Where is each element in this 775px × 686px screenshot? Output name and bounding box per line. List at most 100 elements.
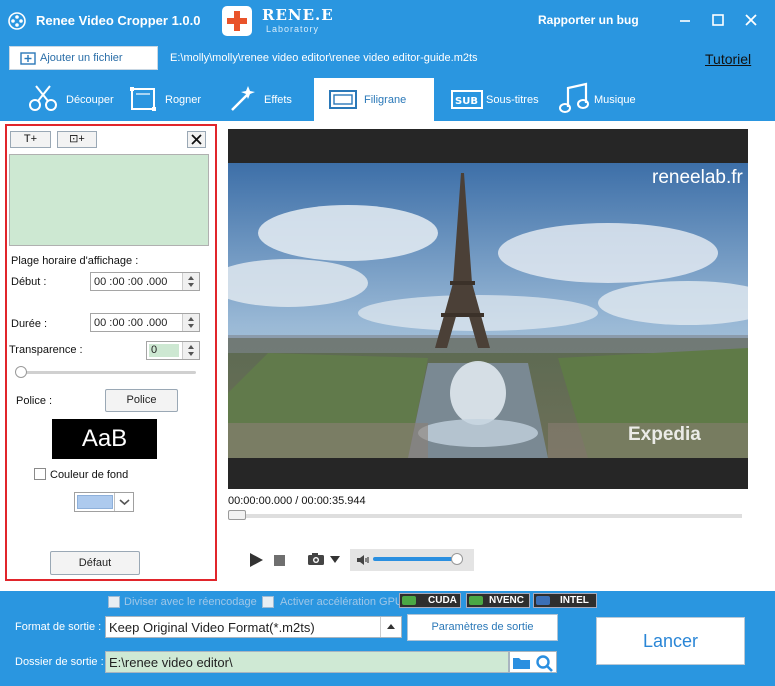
bg-color-checkbox[interactable]: [34, 468, 46, 480]
nvenc-label: NVENC: [489, 595, 525, 606]
add-file-label: Ajouter un fichier: [40, 52, 123, 64]
tab-decouper[interactable]: Découper: [26, 78, 122, 121]
volume-slider[interactable]: [373, 557, 463, 561]
intel-icon: [536, 596, 550, 605]
minimize-icon[interactable]: [675, 10, 695, 30]
volume-slider-handle[interactable]: [451, 553, 463, 565]
logo-subtitle: Laboratory: [266, 24, 320, 34]
transparency-field[interactable]: 0: [146, 341, 200, 360]
duration-value: 00 :00 :00 .000: [94, 317, 168, 329]
magic-wand-icon: [231, 86, 255, 111]
nvidia-icon: [469, 596, 483, 605]
intel-label: INTEL: [560, 595, 589, 606]
start-time-spinner[interactable]: [182, 273, 199, 290]
logo-name: RENE.E: [262, 6, 334, 24]
music-note-icon: [559, 82, 589, 113]
tab-musique[interactable]: Musique: [558, 78, 638, 121]
watermark-icon: [329, 90, 357, 109]
add-file-icon: [20, 52, 36, 65]
chevron-up-icon[interactable]: [380, 617, 401, 637]
tab-musique-label: Musique: [594, 94, 636, 106]
camera-icon[interactable]: [307, 552, 325, 566]
split-reencode-checkbox[interactable]: [108, 596, 120, 608]
maximize-icon[interactable]: [708, 10, 728, 30]
transparency-slider-handle[interactable]: [15, 366, 27, 378]
tab-rogner[interactable]: Rogner: [127, 78, 217, 121]
play-icon[interactable]: [250, 553, 263, 567]
remove-watermark-button[interactable]: [187, 131, 206, 148]
tab-filigrane-label: Filigrane: [364, 94, 407, 106]
svg-text:SUB: SUB: [455, 96, 478, 107]
video-watermark-text: reneelab.fr: [652, 167, 743, 188]
transparency-slider[interactable]: [16, 371, 196, 374]
tab-sous-titres-label: Sous-titres: [486, 94, 539, 106]
scissors-icon: [29, 85, 57, 111]
film-reel-icon: [8, 12, 26, 30]
schedule-label: Plage horaire d'affichage :: [11, 255, 139, 267]
tab-rogner-label: Rogner: [165, 94, 202, 106]
chevron-down-icon[interactable]: [114, 493, 133, 511]
time-readout: 00:00:00.000 / 00:00:35.944: [228, 495, 366, 507]
file-path: E:\molly\molly\renee video editor\renee …: [170, 52, 478, 64]
close-icon: [191, 134, 202, 145]
tutorial-link[interactable]: Tutoriel: [705, 51, 751, 67]
video-logo-text: Expedia: [628, 424, 701, 445]
output-format-value: Keep Original Video Format(*.m2ts): [109, 620, 315, 635]
report-bug-link[interactable]: Rapporter un bug: [538, 13, 639, 27]
font-sample: AaB: [52, 419, 157, 459]
add-file-button[interactable]: Ajouter un fichier: [9, 46, 158, 70]
transparency-value: 0: [149, 344, 179, 357]
search-icon[interactable]: [535, 654, 555, 672]
intel-badge: INTEL: [533, 593, 597, 608]
output-params-button[interactable]: Paramètres de sortie: [407, 614, 558, 641]
duration-field[interactable]: 00 :00 :00 .000: [90, 313, 200, 332]
nvidia-icon: [402, 596, 416, 605]
tab-effets[interactable]: Effets: [226, 78, 312, 121]
duration-label: Durée :: [11, 318, 48, 330]
speaker-icon[interactable]: [355, 553, 371, 567]
tab-filigrane[interactable]: Filigrane: [314, 78, 434, 121]
video-frame: [228, 163, 748, 458]
rene-logo-icon: [222, 6, 252, 36]
font-label: Police :: [16, 395, 53, 407]
seek-handle[interactable]: [228, 510, 246, 520]
add-image-watermark-button[interactable]: ⊡+: [57, 131, 97, 148]
nvenc-badge: NVENC: [466, 593, 530, 608]
start-label: Début :: [11, 276, 47, 288]
folder-icon[interactable]: [512, 655, 532, 671]
tab-decouper-label: Découper: [66, 94, 114, 106]
format-label: Format de sortie :: [15, 621, 102, 633]
transparency-label: Transparence :: [9, 344, 83, 356]
split-reencode-label: Diviser avec le réencodage: [124, 596, 257, 608]
bg-color-swatch: [77, 495, 113, 509]
cuda-badge: CUDA: [399, 593, 461, 608]
default-button[interactable]: Défaut: [50, 551, 140, 575]
transparency-spinner[interactable]: [182, 342, 199, 359]
crop-icon: [130, 87, 156, 111]
folder-label: Dossier de sortie :: [15, 656, 104, 668]
bg-color-label: Couleur de fond: [50, 469, 129, 481]
tab-sous-titres[interactable]: SUB Sous-titres: [450, 78, 550, 121]
output-format-select[interactable]: Keep Original Video Format(*.m2ts): [105, 616, 402, 638]
start-time-field[interactable]: 00 :00 :00 .000: [90, 272, 200, 291]
gpu-accel-checkbox[interactable]: [262, 596, 274, 608]
watermark-preview: [9, 154, 209, 246]
launch-button[interactable]: Lancer: [596, 617, 745, 665]
add-text-watermark-button[interactable]: T+: [10, 131, 51, 148]
tab-effets-label: Effets: [264, 94, 292, 106]
app-title: Renee Video Cropper 1.0.0: [36, 13, 201, 28]
stop-icon[interactable]: [274, 555, 285, 566]
output-folder-value: E:\renee video editor\: [109, 655, 233, 670]
chevron-down-icon[interactable]: [330, 556, 340, 563]
cuda-label: CUDA: [428, 595, 457, 606]
bg-color-picker[interactable]: [74, 492, 134, 512]
start-time-value: 00 :00 :00 .000: [94, 276, 168, 288]
output-folder-field[interactable]: E:\renee video editor\: [105, 651, 509, 673]
folder-actions: [509, 651, 557, 673]
font-button[interactable]: Police: [105, 389, 178, 412]
gpu-accel-label: Activer accélération GPU: [280, 596, 403, 608]
duration-spinner[interactable]: [182, 314, 199, 331]
close-icon[interactable]: [741, 10, 761, 30]
subtitle-icon: SUB: [451, 90, 483, 109]
seek-bar[interactable]: [228, 514, 742, 518]
